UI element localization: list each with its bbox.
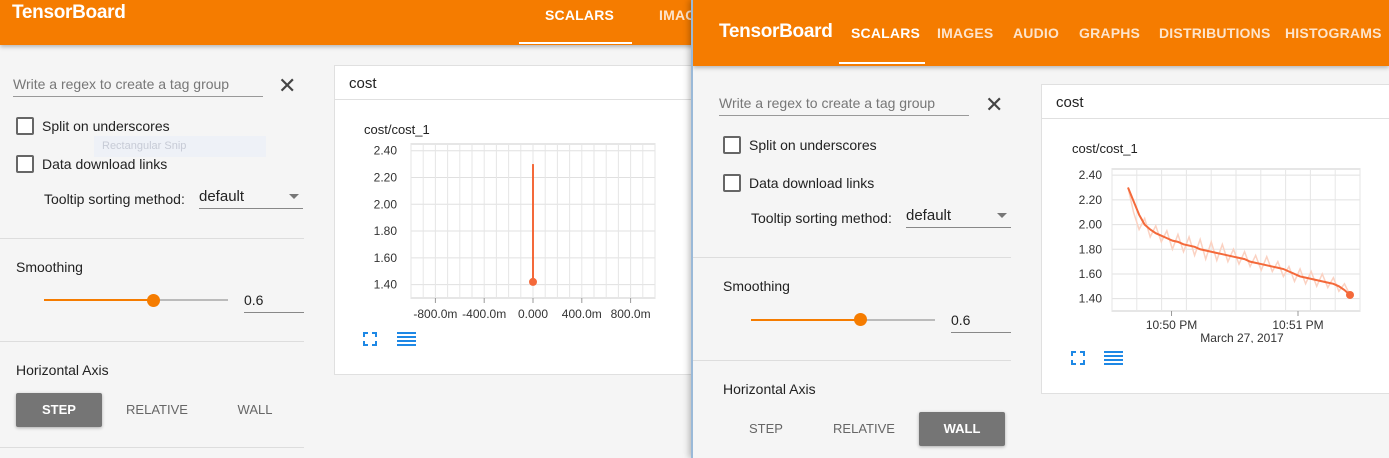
smoothing-label: Smoothing — [723, 278, 790, 294]
divider — [0, 447, 304, 448]
chart-title: cost/cost_1 — [364, 122, 430, 137]
smoothing-slider-fill — [44, 299, 154, 301]
data-list-icon[interactable] — [1104, 350, 1123, 371]
dropdown-caret-icon — [997, 213, 1007, 218]
smoothing-slider-knob[interactable] — [147, 294, 160, 307]
x-tick-label: 400.0m — [562, 307, 602, 321]
axis-relative-button[interactable]: RELATIVE — [821, 412, 907, 446]
top-bar: TensorBoard SCALARS IMAG — [0, 0, 694, 45]
tab-images[interactable]: IMAGES — [937, 25, 993, 41]
y-tick-label: 2.20 — [374, 170, 398, 184]
active-tab-indicator — [519, 42, 632, 44]
fullscreen-icon[interactable] — [1071, 351, 1085, 370]
tab-audio[interactable]: AUDIO — [1013, 25, 1059, 41]
divider — [693, 257, 1011, 258]
tooltip-sorting-value: default — [906, 207, 952, 224]
tab-scalars[interactable]: SCALARS — [851, 25, 920, 41]
smoothing-value-input[interactable]: 0.6 — [951, 312, 1011, 333]
dropdown-caret-icon — [289, 194, 299, 199]
y-tick-label: 1.80 — [1079, 242, 1103, 256]
close-icon[interactable]: ✕ — [985, 94, 1003, 116]
tooltip-sorting-label: Tooltip sorting method: — [751, 210, 892, 226]
axis-step-button[interactable]: STEP — [16, 393, 102, 427]
x-tick-label: -400.0m — [462, 307, 506, 321]
y-tick-label: 1.60 — [374, 251, 398, 265]
split-underscores-label: Split on underscores — [749, 137, 877, 153]
y-tick-label: 1.60 — [1079, 267, 1103, 281]
y-tick-label: 2.00 — [374, 197, 398, 211]
divider — [0, 238, 304, 239]
tooltip-sorting-label: Tooltip sorting method: — [44, 191, 185, 207]
x-tick-label: 10:50 PM — [1146, 318, 1197, 332]
y-tick-label: 2.20 — [1079, 193, 1103, 207]
y-tick-label: 2.00 — [1079, 218, 1103, 232]
data-download-checkbox[interactable] — [723, 174, 741, 192]
split-underscores-label: Split on underscores — [42, 118, 170, 134]
data-list-icon[interactable] — [397, 331, 416, 352]
tensorboard-window-back: TensorBoard SCALARS IMAG Write a regex t… — [0, 0, 694, 458]
divider — [693, 360, 1011, 361]
tooltip-sorting-select[interactable]: default — [199, 188, 303, 209]
tab-graphs[interactable]: GRAPHS — [1079, 25, 1140, 41]
tab-histograms[interactable]: HISTOGRAMS — [1285, 25, 1382, 41]
chart-title: cost/cost_1 — [1072, 141, 1138, 156]
close-icon[interactable]: ✕ — [278, 75, 296, 97]
horizontal-axis-label: Horizontal Axis — [723, 381, 816, 397]
smoothing-label: Smoothing — [16, 259, 83, 275]
split-underscores-checkbox[interactable] — [723, 136, 741, 154]
x-tick-label: 800.0m — [611, 307, 651, 321]
tooltip-sorting-value: default — [199, 188, 245, 205]
scalar-chart[interactable]: 2.40 2.20 2.00 1.80 1.60 1.40 10:50 PM 10:51 PM… — [1042, 163, 1382, 343]
y-tick-label: 2.40 — [1079, 168, 1103, 182]
tooltip-sorting-select[interactable]: default — [906, 207, 1011, 228]
x-tick-label: -800.0m — [413, 307, 457, 321]
y-tick-label: 1.80 — [374, 224, 398, 238]
tab-images-clipped[interactable]: IMAG — [659, 7, 694, 23]
chart-panel: cost cost/cost_1 2.40 2.20 2.00 1.80 1.60 1.4… — [1041, 84, 1389, 394]
data-download-label: Data download links — [42, 156, 168, 172]
tag-regex-input[interactable]: Write a regex to create a tag group — [13, 76, 263, 97]
tab-scalars[interactable]: SCALARS — [545, 7, 614, 23]
series-end-point — [1346, 290, 1354, 299]
axis-relative-button[interactable]: RELATIVE — [114, 393, 200, 427]
x-date-label: March 27, 2017 — [1200, 331, 1284, 343]
fullscreen-icon[interactable] — [363, 332, 377, 351]
data-download-checkbox[interactable] — [16, 155, 34, 173]
y-tick-label: 1.40 — [374, 278, 398, 292]
divider — [0, 341, 304, 342]
split-underscores-checkbox[interactable] — [16, 117, 34, 135]
axis-wall-button[interactable]: WALL — [919, 412, 1005, 446]
x-tick-label: 0.000 — [518, 307, 548, 321]
snip-tooltip-ghost: Rectangular Snip — [94, 136, 266, 157]
chart-panel: cost cost/cost_1 2.40 2.20 2.00 1.80 1.60 1.4… — [334, 65, 694, 375]
smoothing-slider-knob[interactable] — [854, 313, 867, 326]
scalar-chart[interactable]: 2.40 2.20 2.00 1.80 1.60 1.40 -800.0m -400.0m 0.… — [335, 136, 675, 326]
horizontal-axis-label: Horizontal Axis — [16, 362, 109, 378]
smoothing-slider-fill — [751, 319, 861, 321]
active-tab-indicator — [839, 62, 925, 64]
x-tick-label: 10:51 PM — [1272, 318, 1323, 332]
axis-wall-button[interactable]: WALL — [212, 393, 298, 427]
y-tick-label: 1.40 — [1079, 292, 1103, 306]
smoothing-value-input[interactable]: 0.6 — [244, 292, 304, 313]
y-tick-label: 2.40 — [374, 144, 398, 158]
tab-distributions[interactable]: DISTRIBUTIONS — [1159, 25, 1271, 41]
series-end-point — [529, 277, 537, 286]
tensorboard-window-front: TensorBoard SCALARS IMAGES AUDIO GRAPHS … — [691, 0, 1389, 458]
top-bar: TensorBoard SCALARS IMAGES AUDIO GRAPHS … — [693, 0, 1389, 66]
tag-group-header[interactable]: cost — [1042, 85, 1389, 119]
app-title: TensorBoard — [12, 2, 126, 23]
tag-regex-input[interactable]: Write a regex to create a tag group — [719, 95, 969, 116]
app-title: TensorBoard — [719, 21, 833, 42]
tag-group-header[interactable]: cost — [335, 66, 694, 100]
axis-step-button[interactable]: STEP — [723, 412, 809, 446]
data-download-label: Data download links — [749, 175, 875, 191]
